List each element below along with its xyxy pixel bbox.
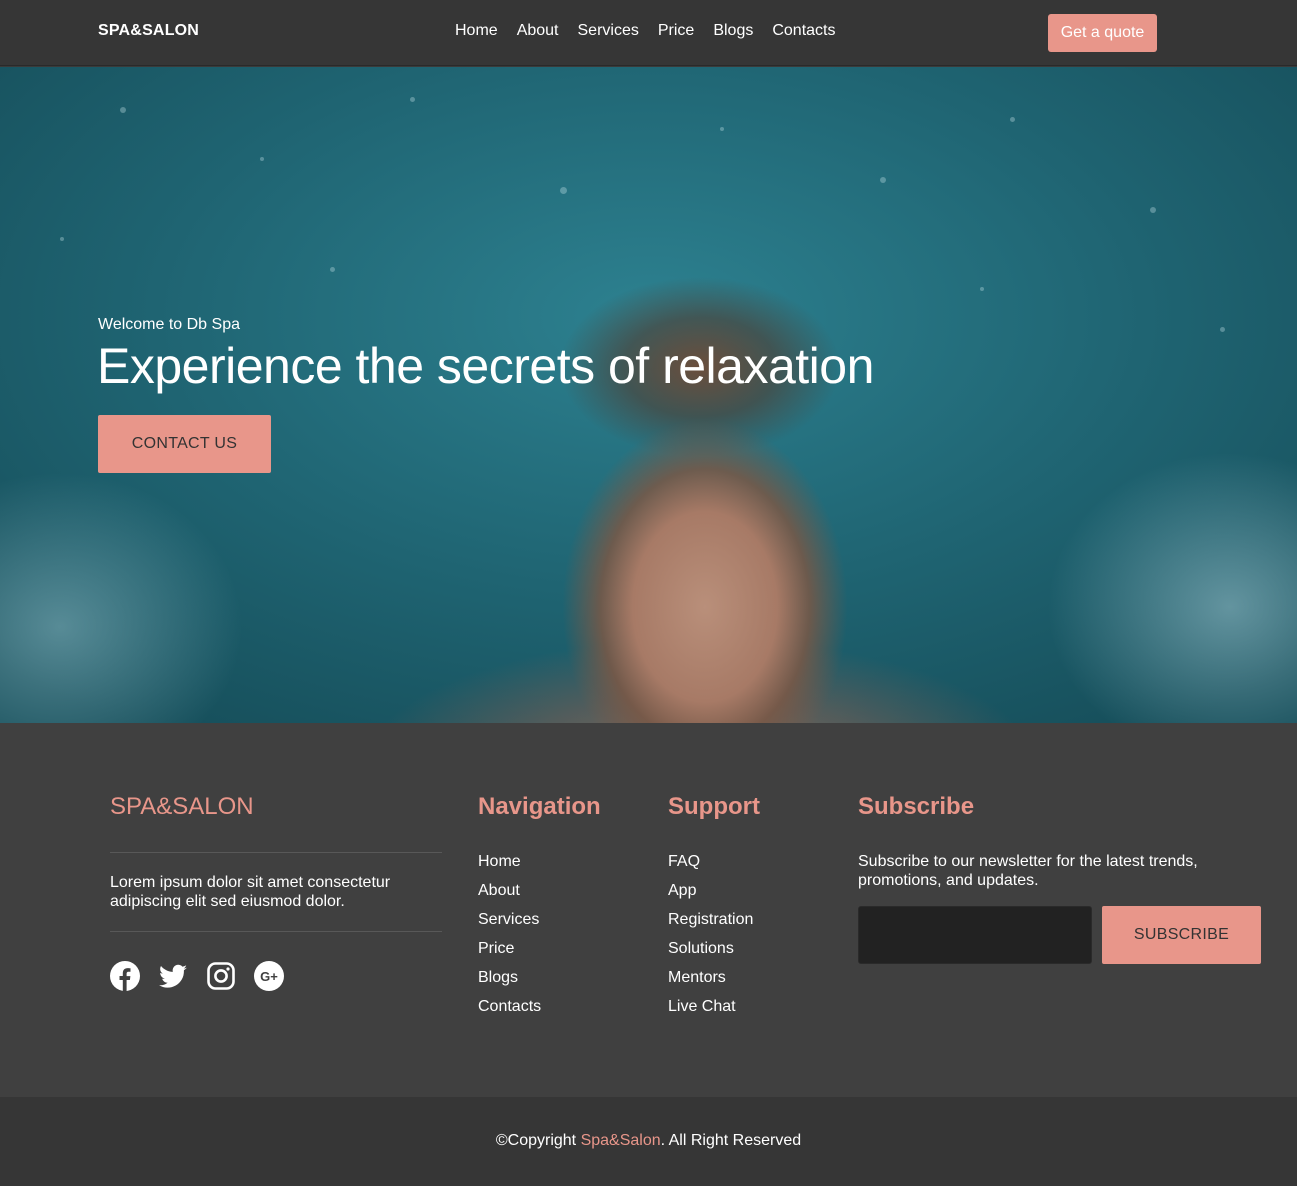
footer-nav-about[interactable]: About (478, 882, 520, 899)
list-item: Price (478, 939, 541, 958)
hero-welcome-text: Welcome to Db Spa (98, 316, 240, 333)
get-quote-button[interactable]: Get a quote (1048, 14, 1157, 52)
nav-contacts[interactable]: Contacts (772, 22, 835, 40)
main-nav: Home About Services Price Blogs Contacts (455, 22, 835, 40)
list-item: Home (478, 852, 541, 871)
support-list: FAQ App Registration Solutions Mentors L… (668, 852, 753, 1026)
facebook-icon[interactable] (110, 961, 140, 991)
support-heading: Support (668, 793, 760, 820)
list-item: Live Chat (668, 997, 753, 1016)
social-links: G+ (110, 961, 284, 991)
hero-title: Experience the secrets of relaxation (97, 338, 874, 394)
footer-nav-home[interactable]: Home (478, 853, 521, 870)
subscribe-button[interactable]: SUBSCRIBE (1102, 906, 1261, 964)
list-item: Contacts (478, 997, 541, 1016)
copyright-suffix: . All Right Reserved (660, 1132, 802, 1149)
copyright-bar: ©Copyright Spa&Salon. All Right Reserved (0, 1097, 1297, 1186)
footer-divider (110, 931, 442, 932)
list-item: FAQ (668, 852, 753, 871)
footer-nav-blogs[interactable]: Blogs (478, 969, 518, 986)
google-plus-icon[interactable]: G+ (254, 961, 284, 991)
list-item: About (478, 881, 541, 900)
contact-us-button[interactable]: CONTACT US (98, 415, 271, 473)
site-footer: SPA&SALON Lorem ipsum dolor sit amet con… (0, 723, 1297, 1097)
subscribe-heading: Subscribe (858, 793, 975, 820)
footer-divider (110, 852, 442, 853)
support-registration[interactable]: Registration (668, 911, 753, 928)
copyright-prefix: ©Copyright (495, 1132, 581, 1149)
navigation-heading: Navigation (478, 793, 601, 820)
subscribe-description: Subscribe to our newsletter for the late… (858, 853, 1198, 889)
footer-nav-price[interactable]: Price (478, 940, 514, 957)
hero-section: Welcome to Db Spa Experience the secrets… (0, 67, 1297, 723)
footer-description: Lorem ipsum dolor sit amet consectetur a… (110, 874, 391, 910)
footer-brand[interactable]: SPA&SALON (110, 793, 254, 821)
nav-about[interactable]: About (517, 22, 559, 40)
footer-nav-services[interactable]: Services (478, 911, 539, 928)
site-header: SPA&SALON Home About Services Price Blog… (0, 0, 1297, 66)
support-mentors[interactable]: Mentors (668, 969, 726, 986)
support-app[interactable]: App (668, 882, 696, 899)
brand-logo[interactable]: SPA&SALON (98, 22, 199, 40)
hero-background-image (0, 67, 1297, 723)
subscribe-email-input[interactable] (858, 906, 1092, 964)
list-item: Registration (668, 910, 753, 929)
list-item: Services (478, 910, 541, 929)
nav-blogs[interactable]: Blogs (713, 22, 753, 40)
footer-nav-list: Home About Services Price Blogs Contacts (478, 852, 541, 1026)
copyright-brand-link[interactable]: Spa&Salon (581, 1132, 661, 1149)
svg-text:G+: G+ (260, 969, 278, 984)
support-live-chat[interactable]: Live Chat (668, 998, 736, 1015)
footer-nav-contacts[interactable]: Contacts (478, 998, 541, 1015)
twitter-icon[interactable] (158, 961, 188, 991)
list-item: Blogs (478, 968, 541, 987)
instagram-icon[interactable] (206, 961, 236, 991)
list-item: Solutions (668, 939, 753, 958)
list-item: App (668, 881, 753, 900)
nav-price[interactable]: Price (658, 22, 694, 40)
support-solutions[interactable]: Solutions (668, 940, 734, 957)
support-faq[interactable]: FAQ (668, 853, 700, 870)
nav-services[interactable]: Services (578, 22, 639, 40)
nav-home[interactable]: Home (455, 22, 498, 40)
list-item: Mentors (668, 968, 753, 987)
